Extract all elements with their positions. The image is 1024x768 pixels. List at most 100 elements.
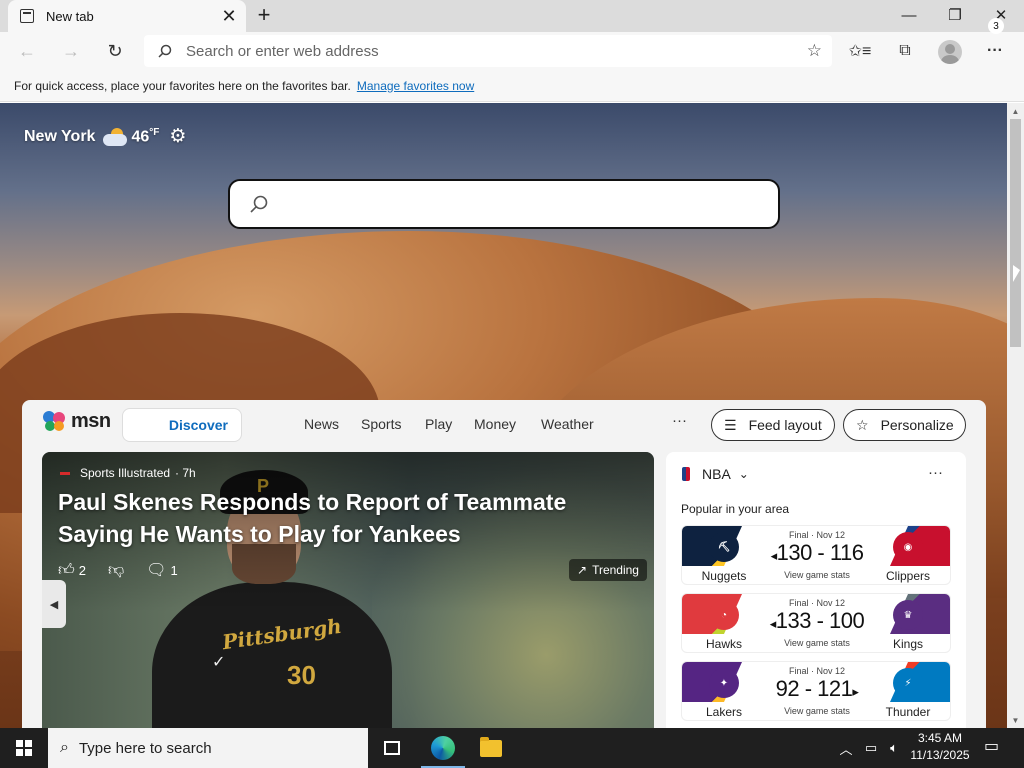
publisher-logo-icon	[60, 471, 70, 475]
game-score-card[interactable]: ◔ ♛ Hawks Kings Final · Nov 12 ◂133 - 10…	[681, 593, 951, 653]
taskbar-clock[interactable]: 3:45 AM 11/13/2025	[904, 730, 976, 764]
tab-weather[interactable]: Weather	[541, 416, 594, 432]
edge-browser-icon	[431, 736, 455, 760]
hawks-logo-icon: ◔	[709, 600, 739, 630]
personalize-button[interactable]: ☆ Personalize	[843, 409, 966, 441]
game-status: Final · Nov 12	[788, 530, 846, 540]
tab-discover[interactable]: Discover	[122, 408, 242, 442]
taskbar-edge[interactable]	[419, 728, 467, 768]
article-age: · 7h	[175, 466, 196, 480]
nba-league-selector[interactable]: NBA ⌄	[682, 466, 749, 482]
tab-play[interactable]: Play	[425, 416, 452, 432]
view-game-stats-link[interactable]: View game stats	[752, 570, 882, 580]
new-tab-button[interactable]: +	[252, 2, 276, 27]
taskbar-search-box[interactable]: ⌕ Type here to search	[48, 728, 368, 768]
start-button[interactable]	[0, 728, 48, 768]
sliders-icon: ☰	[724, 416, 737, 433]
tab-title: New tab	[46, 8, 94, 24]
away-team-name: Clippers	[885, 569, 930, 583]
browser-toolbar: ← → ↻ Search or enter web address ☆ ✩≡ ⧉…	[0, 32, 1024, 70]
new-tab-page: New York 46°F ⚙ msn Discover News Sports…	[0, 103, 1007, 728]
clippers-logo-icon: ◉	[893, 532, 923, 562]
tab-new-tab[interactable]: New tab ✕	[8, 0, 246, 32]
partly-cloudy-icon	[103, 127, 129, 146]
manage-favorites-link[interactable]: Manage favorites now	[357, 79, 474, 93]
scroll-down-arrow-icon[interactable]: ▼	[1007, 713, 1024, 727]
page-vertical-scrollbar[interactable]: ▲ ▼	[1007, 103, 1024, 728]
tab-sports[interactable]: Sports	[361, 416, 401, 432]
web-search-box[interactable]	[228, 179, 780, 229]
feed-layout-label: Feed layout	[748, 417, 822, 433]
view-game-stats-link[interactable]: View game stats	[752, 638, 882, 648]
view-game-stats-link[interactable]: View game stats	[752, 706, 882, 716]
network-icon[interactable]: ▭	[860, 728, 882, 768]
dislike-icon[interactable]: 👎︎	[108, 561, 124, 580]
favorites-bar-hint: For quick access, place your favorites h…	[14, 78, 351, 93]
like-count: 2	[78, 562, 86, 578]
settings-more-button[interactable]: ···	[980, 36, 1010, 66]
volume-muted-icon[interactable]: 🔈︎	[884, 728, 904, 768]
nba-logo-icon	[682, 467, 690, 481]
minimize-button[interactable]: —	[886, 0, 932, 30]
show-hidden-icons-chevron-icon[interactable]: ︿	[836, 728, 856, 768]
taskbar-search-placeholder: Type here to search	[78, 739, 212, 757]
carousel-previous-button[interactable]: ◀	[42, 580, 66, 628]
add-favorite-star-icon[interactable]: ☆	[807, 41, 822, 61]
kings-logo-icon: ♛	[893, 600, 923, 630]
weather-widget[interactable]: New York 46°F ⚙	[24, 125, 186, 148]
comment-icon[interactable]: 🗨︎	[146, 560, 166, 580]
mouse-cursor	[1013, 265, 1020, 282]
hero-article-card[interactable]: P Pittsburgh 30 ✓ Sports Illustrated · 7…	[42, 452, 654, 728]
back-button[interactable]: ←	[12, 36, 42, 66]
notification-count-badge: 3	[988, 18, 1004, 34]
popular-label: Popular in your area	[681, 502, 790, 516]
favorites-icon[interactable]: ✩≡	[845, 36, 875, 66]
file-explorer-icon	[480, 736, 502, 757]
windows-logo-icon	[16, 740, 32, 756]
game-score-card[interactable]: ⛏ ◉ Nuggets Clippers Final · Nov 12 ◂130…	[681, 525, 951, 585]
forward-button[interactable]: →	[56, 36, 86, 66]
clock-date: 11/13/2025	[910, 748, 970, 762]
favorites-bar: For quick access, place your favorites h…	[0, 70, 1024, 102]
search-icon	[158, 44, 172, 58]
trending-label: Trending	[592, 563, 639, 577]
address-bar[interactable]: Search or enter web address ☆	[144, 35, 832, 67]
search-icon	[250, 195, 268, 213]
tab-money[interactable]: Money	[474, 416, 516, 432]
collections-icon[interactable]: ⧉	[890, 36, 920, 66]
publisher-name: Sports Illustrated	[80, 466, 171, 480]
game-status: Final · Nov 12	[788, 666, 846, 676]
swoosh-logo: ✓	[212, 654, 226, 671]
scrollbar-thumb[interactable]	[1010, 119, 1021, 347]
nuggets-logo-icon: ⛏	[709, 532, 739, 562]
page-settings-gear-icon[interactable]: ⚙	[169, 125, 186, 148]
notification-center-icon[interactable]: ▭	[984, 736, 1008, 760]
task-view-button[interactable]	[368, 728, 416, 768]
like-icon[interactable]: 👍︎	[58, 561, 75, 580]
weather-temperature: 46°F	[131, 126, 160, 146]
article-reactions: 👍︎ 2 👎︎ 🗨︎ 1	[58, 560, 178, 580]
msn-more-button[interactable]: ···	[672, 412, 687, 429]
tab-news[interactable]: News	[304, 416, 339, 432]
taskbar-file-explorer[interactable]	[467, 728, 515, 768]
scroll-up-arrow-icon[interactable]: ▲	[1007, 104, 1024, 118]
weather-city: New York	[24, 127, 96, 145]
home-team-name: Hawks	[705, 637, 742, 651]
close-tab-button[interactable]: ✕	[218, 5, 240, 27]
msn-wordmark: msn	[71, 410, 111, 432]
away-team-name: Thunder	[885, 705, 931, 719]
profile-avatar[interactable]	[938, 40, 962, 64]
msn-logo[interactable]: msn	[43, 410, 111, 433]
home-team-name: Lakers	[705, 705, 743, 719]
game-score: ◂130 - 116	[770, 540, 864, 565]
trending-arrow-icon: ↗	[577, 563, 588, 577]
game-score-card[interactable]: ✦ ⚡︎ Lakers Thunder Final · Nov 12 92 - …	[681, 661, 951, 721]
comment-count: 1	[170, 562, 178, 578]
article-headline[interactable]: Paul Skenes Responds to Report of Teamma…	[58, 486, 648, 550]
game-status: Final · Nov 12	[788, 598, 846, 608]
article-source: Sports Illustrated · 7h	[60, 466, 196, 480]
nba-more-button[interactable]: ···	[928, 464, 943, 481]
refresh-button[interactable]: ↻	[100, 36, 130, 66]
restore-button[interactable]: ❐	[932, 0, 978, 30]
feed-layout-button[interactable]: ☰ Feed layout	[711, 409, 835, 441]
